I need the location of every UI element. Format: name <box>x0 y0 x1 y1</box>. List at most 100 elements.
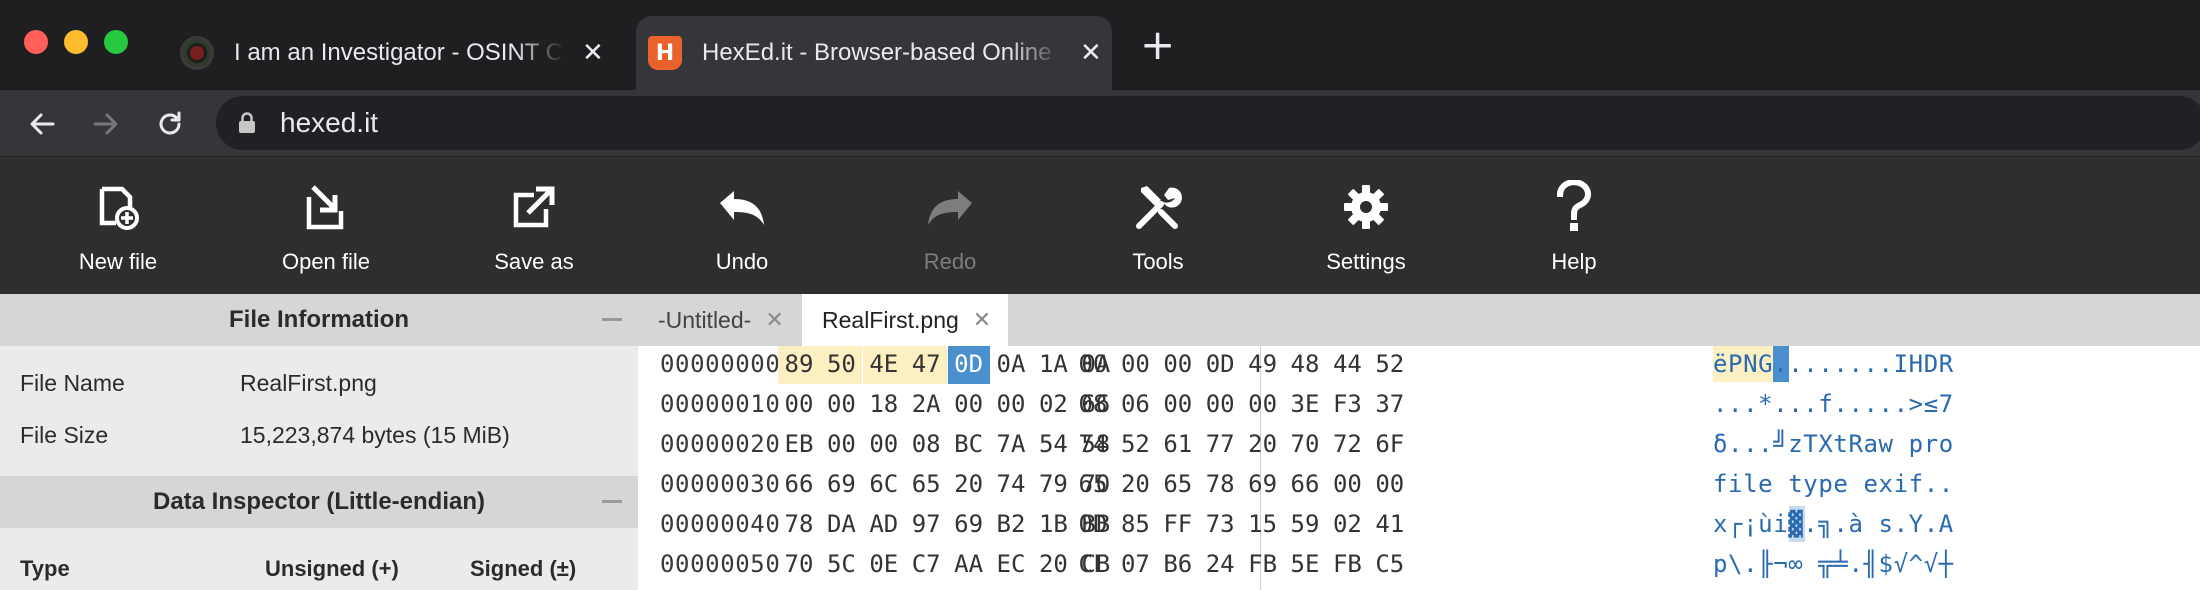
hex-byte[interactable]: 00 <box>1369 464 1411 504</box>
hex-byte[interactable]: DA <box>820 504 862 544</box>
back-button[interactable] <box>20 102 64 146</box>
hex-byte[interactable]: 0D <box>947 346 990 384</box>
hex-byte[interactable]: 65 <box>905 464 947 504</box>
hex-byte[interactable]: 65 <box>1072 464 1114 504</box>
hex-byte[interactable]: 48 <box>1284 346 1326 384</box>
hex-byte[interactable]: 70 <box>778 544 820 584</box>
window-close-button[interactable] <box>24 30 48 54</box>
ascii-text[interactable]: ...*...f.....>≤7 <box>1713 384 1954 424</box>
hex-byte[interactable]: 02 <box>1326 504 1368 544</box>
hex-byte[interactable]: 52 <box>1369 346 1411 384</box>
hex-byte[interactable]: AA <box>948 544 990 584</box>
hex-byte[interactable]: 50 <box>820 346 863 384</box>
tools-button[interactable]: Tools <box>1058 157 1258 295</box>
reload-button[interactable] <box>148 102 192 146</box>
save-as-button[interactable]: Save as <box>434 157 634 295</box>
hex-byte[interactable]: 00 <box>948 384 990 424</box>
editor-tab-realfirst[interactable]: RealFirst.png ✕ <box>802 294 1008 346</box>
hex-byte[interactable]: 72 <box>1326 424 1368 464</box>
hex-byte[interactable]: EB <box>778 424 820 464</box>
hex-byte[interactable]: 79 <box>1032 464 1074 504</box>
hex-byte[interactable]: 89 <box>778 346 820 384</box>
hex-byte[interactable]: B2 <box>990 504 1032 544</box>
hex-byte[interactable]: 1A <box>1032 346 1074 384</box>
ascii-text[interactable]: file type exif.. <box>1713 464 1954 504</box>
hex-byte[interactable]: EC <box>990 544 1032 584</box>
new-file-button[interactable]: New file <box>18 157 218 295</box>
hex-byte[interactable]: FF <box>1157 504 1199 544</box>
hex-byte[interactable]: C7 <box>905 544 947 584</box>
settings-button[interactable]: Settings <box>1266 157 1466 295</box>
window-zoom-button[interactable] <box>104 30 128 54</box>
hex-byte[interactable]: AD <box>863 504 905 544</box>
hex-byte[interactable]: 61 <box>1157 424 1199 464</box>
hex-byte[interactable]: 65 <box>1157 464 1199 504</box>
hex-byte[interactable]: 0D <box>1072 504 1114 544</box>
hex-byte[interactable]: 97 <box>905 504 947 544</box>
hex-byte[interactable]: 07 <box>1114 544 1156 584</box>
hex-byte[interactable]: 00 <box>1199 384 1241 424</box>
hex-byte[interactable]: 00 <box>1242 384 1284 424</box>
hex-byte[interactable]: 78 <box>778 504 820 544</box>
hex-byte[interactable]: 6F <box>1369 424 1411 464</box>
hex-byte[interactable]: 41 <box>1369 504 1411 544</box>
hex-byte[interactable]: 70 <box>1284 424 1326 464</box>
hex-byte[interactable]: 59 <box>1284 504 1326 544</box>
hex-byte[interactable]: 18 <box>863 384 905 424</box>
data-inspector-header[interactable]: Data Inspector (Little-endian) <box>0 476 638 528</box>
hex-byte[interactable]: 74 <box>990 464 1032 504</box>
file-information-header[interactable]: File Information <box>0 294 638 346</box>
hex-byte[interactable]: 5E <box>1284 544 1326 584</box>
browser-tab-hexedit[interactable]: H HexEd.it - Browser-based Online ✕ <box>636 16 1112 90</box>
address-bar[interactable]: hexed.it <box>216 96 2200 150</box>
hex-byte[interactable]: 0D <box>1199 346 1241 384</box>
redo-button[interactable]: Redo <box>850 157 1050 295</box>
hex-byte[interactable]: 85 <box>1114 504 1156 544</box>
hex-byte[interactable]: 00 <box>820 424 862 464</box>
hex-byte[interactable]: 20 <box>1242 424 1284 464</box>
hex-byte[interactable]: FB <box>1326 544 1368 584</box>
hex-byte[interactable]: 00 <box>863 424 905 464</box>
hex-byte[interactable]: 3E <box>1284 384 1326 424</box>
hex-byte[interactable]: B6 <box>1157 544 1199 584</box>
hex-byte[interactable]: 69 <box>1242 464 1284 504</box>
ascii-text[interactable]: x┌¡ùi▓.╗.à s.Y.A <box>1713 504 1954 544</box>
hex-byte[interactable]: 47 <box>905 346 948 384</box>
hex-byte[interactable]: 15 <box>1242 504 1284 544</box>
hex-byte[interactable]: CF <box>1072 544 1114 584</box>
hex-byte[interactable]: 37 <box>1369 384 1411 424</box>
hex-byte[interactable]: C5 <box>1369 544 1411 584</box>
hex-byte[interactable]: F3 <box>1326 384 1368 424</box>
hex-byte[interactable]: 66 <box>778 464 820 504</box>
undo-button[interactable]: Undo <box>642 157 842 295</box>
hex-byte[interactable]: FB <box>1242 544 1284 584</box>
close-icon[interactable]: ✕ <box>765 308 783 333</box>
open-file-button[interactable]: Open file <box>226 157 426 295</box>
close-icon[interactable]: ✕ <box>973 308 991 333</box>
minimize-icon[interactable] <box>602 500 622 503</box>
hex-byte[interactable]: 00 <box>1114 346 1156 384</box>
hex-byte[interactable]: 24 <box>1199 544 1241 584</box>
forward-button[interactable] <box>84 102 128 146</box>
hex-byte[interactable]: 6C <box>863 464 905 504</box>
hex-byte[interactable]: 00 <box>1157 384 1199 424</box>
help-button[interactable]: Help <box>1474 157 1674 295</box>
close-tab-icon[interactable]: ✕ <box>582 40 604 66</box>
hex-byte[interactable]: 49 <box>1242 346 1284 384</box>
hex-byte[interactable]: 7A <box>990 424 1032 464</box>
hex-byte[interactable]: 02 <box>1032 384 1074 424</box>
hex-byte[interactable]: 77 <box>1199 424 1241 464</box>
hex-byte[interactable]: 00 <box>1326 464 1368 504</box>
hex-byte[interactable]: 0A <box>990 346 1032 384</box>
hex-byte[interactable]: 20 <box>1114 464 1156 504</box>
hex-byte[interactable]: 78 <box>1199 464 1241 504</box>
hex-byte[interactable]: 00 <box>1157 346 1199 384</box>
hex-byte[interactable]: BC <box>948 424 990 464</box>
close-tab-icon[interactable]: ✕ <box>1080 40 1102 66</box>
hex-byte[interactable]: 52 <box>1114 424 1156 464</box>
window-minimize-button[interactable] <box>64 30 88 54</box>
ascii-text[interactable]: p\.╟¬∞ ╦╧.╢$√^√┼ <box>1713 544 1954 584</box>
hex-byte[interactable]: 1B <box>1032 504 1074 544</box>
editor-tab-untitled[interactable]: -Untitled- ✕ <box>638 294 802 346</box>
ascii-text[interactable]: δ...╝zTXtRaw pro <box>1713 424 1954 464</box>
